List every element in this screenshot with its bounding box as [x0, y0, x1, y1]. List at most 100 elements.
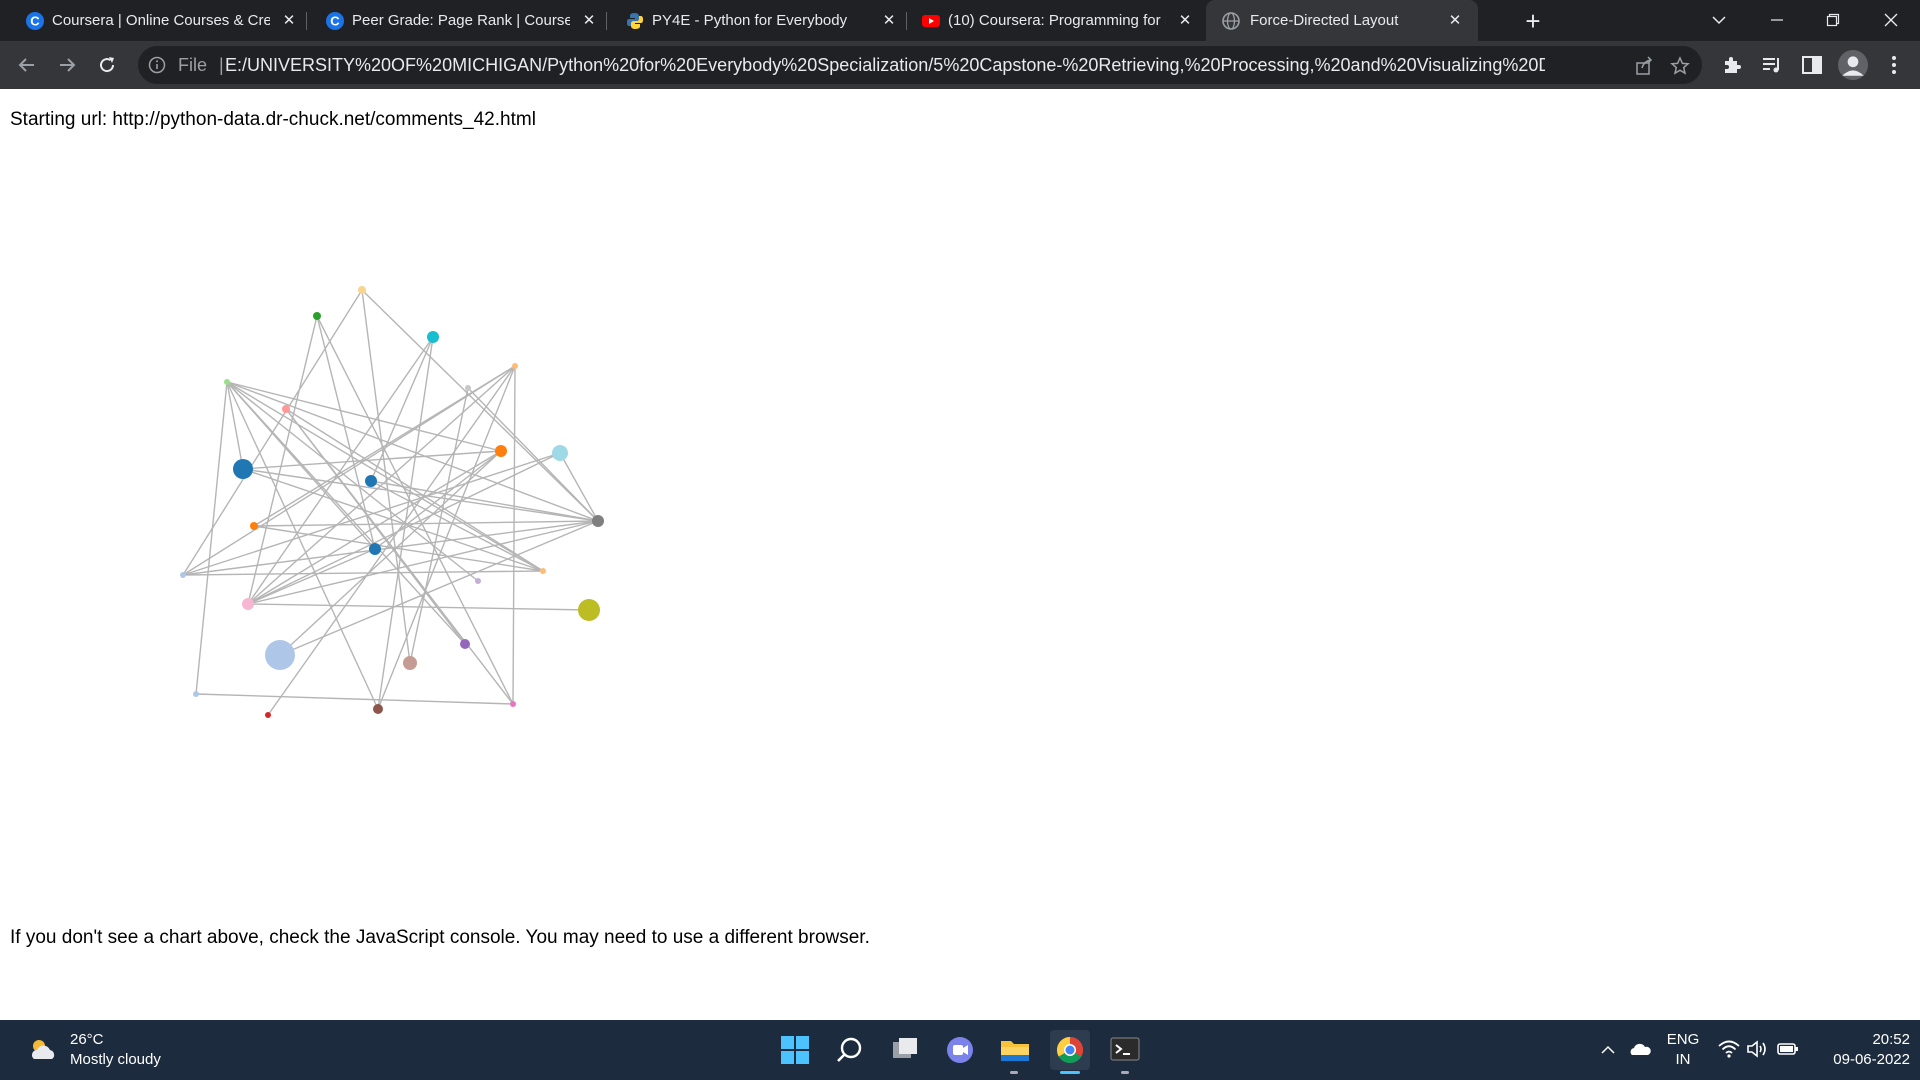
graph-node[interactable]	[592, 515, 604, 527]
chrome-icon	[1056, 1036, 1084, 1064]
graph-node[interactable]	[373, 704, 383, 714]
address-bar[interactable]: File | E:/UNIVERSITY%20OF%20MICHIGAN/Pyt…	[138, 46, 1702, 84]
profile-avatar-icon[interactable]	[1838, 50, 1868, 80]
active-indicator	[1060, 1071, 1080, 1074]
force-directed-graph[interactable]	[0, 89, 1920, 1020]
graph-node[interactable]	[224, 379, 230, 385]
graph-link	[182, 570, 544, 576]
graph-node[interactable]	[313, 312, 321, 320]
battery-icon[interactable]	[1776, 1040, 1800, 1058]
tab-title: Peer Grade: Page Rank | Coursera	[352, 12, 570, 29]
weather-widget[interactable]: 26°C Mostly cloudy	[28, 1030, 161, 1070]
close-tab-icon[interactable]: ✕	[280, 11, 298, 29]
graph-node[interactable]	[180, 572, 186, 578]
graph-node[interactable]	[475, 578, 481, 584]
graph-node[interactable]	[365, 475, 377, 487]
language-indicator[interactable]: ENG IN	[1664, 1030, 1702, 1070]
extensions-icon[interactable]	[1720, 53, 1744, 77]
graph-node[interactable]	[403, 656, 417, 670]
graph-node[interactable]	[358, 286, 366, 294]
tab-force-directed[interactable]: Force-Directed Layout ✕	[1206, 0, 1478, 41]
tab-separator	[306, 12, 307, 30]
terminal-icon	[1110, 1037, 1140, 1061]
page-content: Starting url: http://python-data.dr-chuc…	[0, 89, 1920, 1020]
url-text[interactable]: E:/UNIVERSITY%20OF%20MICHIGAN/Python%20f…	[225, 55, 1545, 76]
share-icon[interactable]	[1634, 56, 1654, 76]
close-window-icon[interactable]	[1876, 5, 1906, 35]
chart-help-note: If you don't see a chart above, check th…	[10, 927, 870, 948]
volume-icon[interactable]	[1746, 1039, 1768, 1059]
teams-chat-icon	[947, 1037, 973, 1063]
tab-separator	[606, 12, 607, 30]
url-scheme: File	[178, 55, 208, 75]
graph-node[interactable]	[265, 712, 271, 718]
graph-node[interactable]	[369, 543, 381, 555]
graph-node[interactable]	[265, 640, 295, 670]
minimize-icon[interactable]	[1762, 5, 1792, 35]
chrome-button[interactable]	[1050, 1030, 1090, 1074]
graph-node[interactable]	[512, 363, 518, 369]
close-tab-icon[interactable]: ✕	[1176, 11, 1194, 29]
graph-node[interactable]	[427, 331, 439, 343]
media-controls-icon[interactable]	[1760, 53, 1784, 77]
tab-peer-grade[interactable]: C Peer Grade: Page Rank | Coursera ✕	[326, 0, 602, 41]
coursera-icon: C	[326, 12, 344, 30]
tab-search-icon[interactable]	[1704, 5, 1734, 35]
restore-icon[interactable]	[1818, 5, 1848, 35]
graph-node[interactable]	[540, 568, 546, 574]
graph-node[interactable]	[495, 445, 507, 457]
graph-node[interactable]	[465, 385, 471, 391]
tab-youtube[interactable]: (10) Coursera: Programming for E ✕	[922, 0, 1198, 41]
new-tab-button[interactable]: +	[1520, 6, 1546, 36]
windows-taskbar: 26°C Mostly cloudy ENG IN 20:52 09-06-20…	[0, 1020, 1920, 1080]
graph-node[interactable]	[250, 522, 258, 530]
onedrive-icon[interactable]	[1628, 1040, 1652, 1058]
side-panel-icon[interactable]	[1800, 53, 1824, 77]
terminal-button[interactable]	[1105, 1030, 1145, 1074]
graph-link	[247, 315, 318, 605]
bookmark-star-icon[interactable]	[1670, 56, 1690, 76]
close-tab-icon[interactable]: ✕	[880, 11, 898, 29]
running-indicator	[1121, 1071, 1129, 1074]
clock[interactable]: 20:52 09-06-2022	[1806, 1030, 1910, 1070]
tab-title: Force-Directed Layout	[1250, 12, 1399, 29]
graph-link	[512, 365, 516, 705]
graph-node[interactable]	[242, 598, 254, 610]
close-tab-icon[interactable]: ✕	[580, 11, 598, 29]
search-icon	[837, 1037, 862, 1062]
graph-node[interactable]	[460, 639, 470, 649]
graph-node[interactable]	[510, 701, 516, 707]
task-view-button[interactable]	[885, 1030, 925, 1070]
start-button[interactable]	[775, 1030, 815, 1070]
forward-icon[interactable]	[53, 51, 81, 79]
tab-title: Coursera | Online Courses & Cred	[52, 12, 270, 29]
show-hidden-icons-icon[interactable]	[1600, 1042, 1616, 1058]
wifi-icon[interactable]	[1718, 1039, 1740, 1059]
file-explorer-button[interactable]	[995, 1030, 1035, 1074]
info-icon[interactable]	[148, 56, 166, 74]
tab-py4e[interactable]: PY4E - Python for Everybody ✕	[626, 0, 902, 41]
more-menu-icon[interactable]	[1882, 53, 1906, 77]
task-view-icon	[893, 1038, 917, 1058]
graph-node[interactable]	[193, 691, 199, 697]
url-separator: |	[219, 55, 224, 75]
running-indicator	[1010, 1071, 1018, 1074]
graph-node[interactable]	[233, 459, 253, 479]
graph-node[interactable]	[552, 445, 568, 461]
graph-link	[316, 315, 514, 705]
graph-link	[253, 365, 516, 527]
graph-node[interactable]	[578, 599, 600, 621]
reload-icon[interactable]	[93, 51, 121, 79]
partly-cloudy-icon	[31, 1040, 55, 1059]
svg-text:C: C	[330, 14, 340, 29]
back-icon[interactable]	[13, 51, 41, 79]
teams-chat-button[interactable]	[940, 1030, 980, 1070]
close-tab-icon[interactable]: ✕	[1446, 11, 1464, 29]
clock-date: 09-06-2022	[1833, 1051, 1910, 1068]
search-button[interactable]	[830, 1030, 870, 1070]
folder-icon	[1001, 1041, 1029, 1061]
tab-title: PY4E - Python for Everybody	[652, 12, 848, 29]
starting-url-text: Starting url: http://python-data.dr-chuc…	[10, 109, 536, 130]
tab-coursera-home[interactable]: C Coursera | Online Courses & Cred ✕	[26, 0, 302, 41]
graph-node[interactable]	[282, 405, 290, 413]
